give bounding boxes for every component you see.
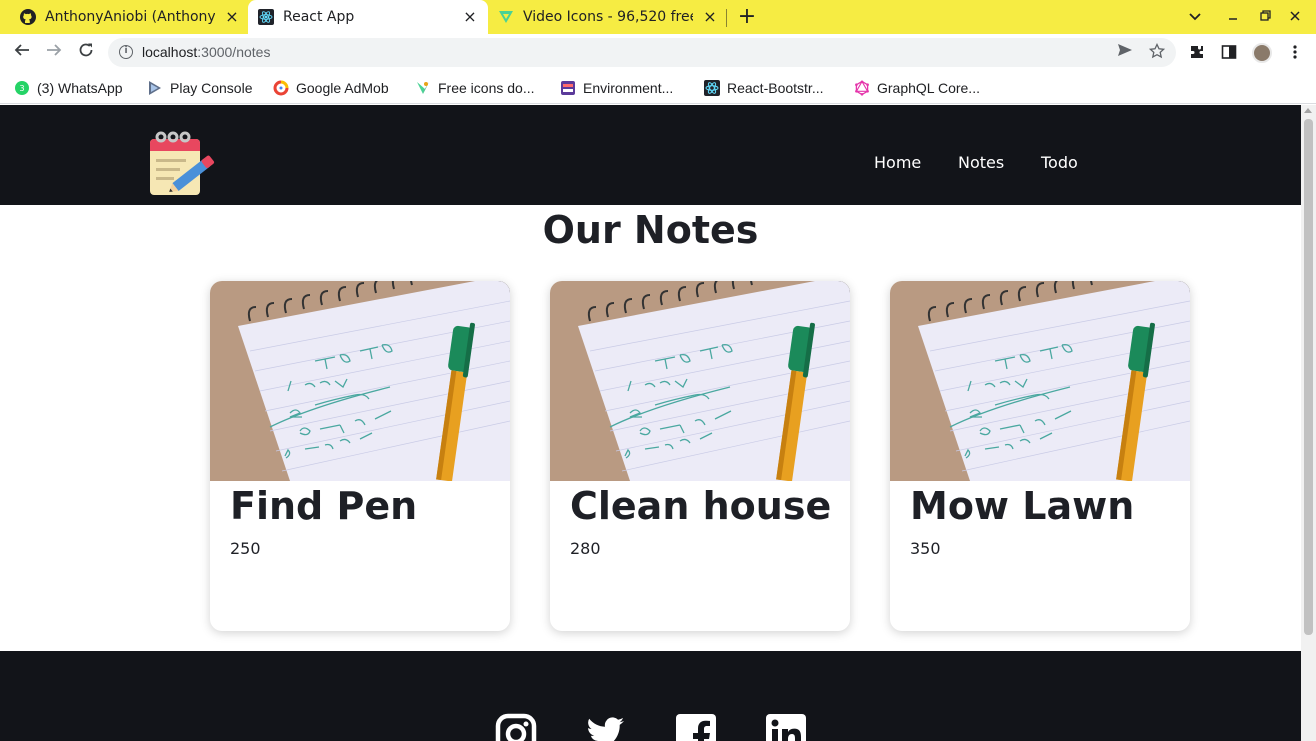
page-scrollbar[interactable] <box>1301 105 1316 741</box>
tab-title: React App <box>283 9 355 25</box>
side-panel-icon[interactable] <box>1220 44 1238 62</box>
bookmark-graphql[interactable]: GraphQL Core... <box>854 78 980 98</box>
address-bar[interactable]: i localhost:3000/notes <box>108 38 1176 67</box>
environment-icon <box>560 80 576 96</box>
restore-icon[interactable] <box>1256 8 1274 26</box>
twitter-icon[interactable] <box>584 713 626 741</box>
nav-home-link[interactable]: Home <box>874 153 921 172</box>
browser-toolbar: i localhost:3000/notes <box>0 34 1316 72</box>
close-tab-icon[interactable]: × <box>224 9 240 25</box>
flaticon-icon <box>415 80 431 96</box>
page-viewport: Home Notes Todo Our Notes Find Pen 250 C… <box>0 105 1301 741</box>
react-icon <box>258 9 274 25</box>
tab-title: Video Icons - 96,520 free ic <box>523 9 693 25</box>
note-value: 250 <box>230 539 261 558</box>
site-header: Home Notes Todo <box>0 105 1301 205</box>
notepad-photo <box>890 281 1190 481</box>
facebook-icon[interactable] <box>675 713 717 741</box>
site-footer <box>0 651 1301 741</box>
graphql-icon <box>854 80 870 96</box>
tab-github[interactable]: AnthonyAniobi (Anthony A × <box>10 0 250 34</box>
whatsapp-icon: 3 <box>14 80 30 96</box>
page-title: Our Notes <box>542 208 759 252</box>
close-window-icon[interactable] <box>1286 8 1304 26</box>
note-card[interactable]: Find Pen 250 <box>210 281 510 631</box>
tab-react-app[interactable]: React App × <box>248 0 488 34</box>
admob-icon <box>273 80 289 96</box>
url-text: localhost:3000/notes <box>142 44 271 60</box>
profile-avatar[interactable] <box>1252 43 1272 63</box>
tab-title: AnthonyAniobi (Anthony A <box>45 9 215 25</box>
back-icon[interactable] <box>11 42 33 64</box>
react-bootstrap-icon <box>704 80 720 96</box>
note-title: Find Pen <box>230 484 418 528</box>
scroll-thumb[interactable] <box>1304 119 1313 635</box>
new-tab-button[interactable]: + <box>737 6 757 28</box>
scroll-up-arrow-icon[interactable] <box>1304 108 1312 113</box>
notepad-logo-icon[interactable] <box>148 129 222 197</box>
note-value: 350 <box>910 539 941 558</box>
tab-separator <box>726 9 727 27</box>
note-value: 280 <box>570 539 601 558</box>
linkedin-icon[interactable] <box>765 713 807 741</box>
nav-todo-link[interactable]: Todo <box>1041 153 1078 172</box>
notepad-photo <box>210 281 510 481</box>
send-to-device-icon[interactable] <box>1116 43 1134 61</box>
instagram-icon[interactable] <box>495 713 537 741</box>
bookmark-environment[interactable]: Environment... <box>560 78 673 98</box>
reload-icon[interactable] <box>75 42 97 64</box>
note-title: Mow Lawn <box>910 484 1135 528</box>
nav-notes-link[interactable]: Notes <box>958 153 1004 172</box>
note-card[interactable]: Mow Lawn 350 <box>890 281 1190 631</box>
close-tab-icon[interactable]: × <box>462 9 478 25</box>
tab-search-chevron-icon[interactable] <box>1186 8 1204 26</box>
minimize-icon[interactable] <box>1224 8 1242 26</box>
bookmark-admob[interactable]: Google AdMob <box>273 78 389 98</box>
note-card[interactable]: Clean house 280 <box>550 281 850 631</box>
forward-icon[interactable] <box>43 42 65 64</box>
extensions-icon[interactable] <box>1188 44 1206 62</box>
svg-text:3: 3 <box>19 84 24 93</box>
bookmark-play-console[interactable]: Play Console <box>147 78 253 98</box>
tab-strip: AnthonyAniobi (Anthony A × React App × V… <box>0 0 1316 34</box>
github-icon <box>20 9 36 25</box>
tab-video-icons[interactable]: Video Icons - 96,520 free ic × <box>488 0 728 34</box>
close-tab-icon[interactable]: × <box>702 9 718 25</box>
flaticon-icon <box>498 9 514 25</box>
more-menu-icon[interactable] <box>1286 44 1304 62</box>
bookmark-react-bootstrap[interactable]: React-Bootstr... <box>704 78 823 98</box>
bookmark-free-icons[interactable]: Free icons do... <box>415 78 535 98</box>
note-title: Clean house <box>570 484 832 528</box>
site-info-icon[interactable]: i <box>119 45 133 59</box>
bookmark-star-icon[interactable] <box>1148 42 1166 61</box>
play-console-icon <box>147 80 163 96</box>
bookmarks-bar: 3 (3) WhatsApp Play Console Google AdMob… <box>0 72 1316 104</box>
bookmark-whatsapp[interactable]: 3 (3) WhatsApp <box>14 78 123 98</box>
notepad-photo <box>550 281 850 481</box>
